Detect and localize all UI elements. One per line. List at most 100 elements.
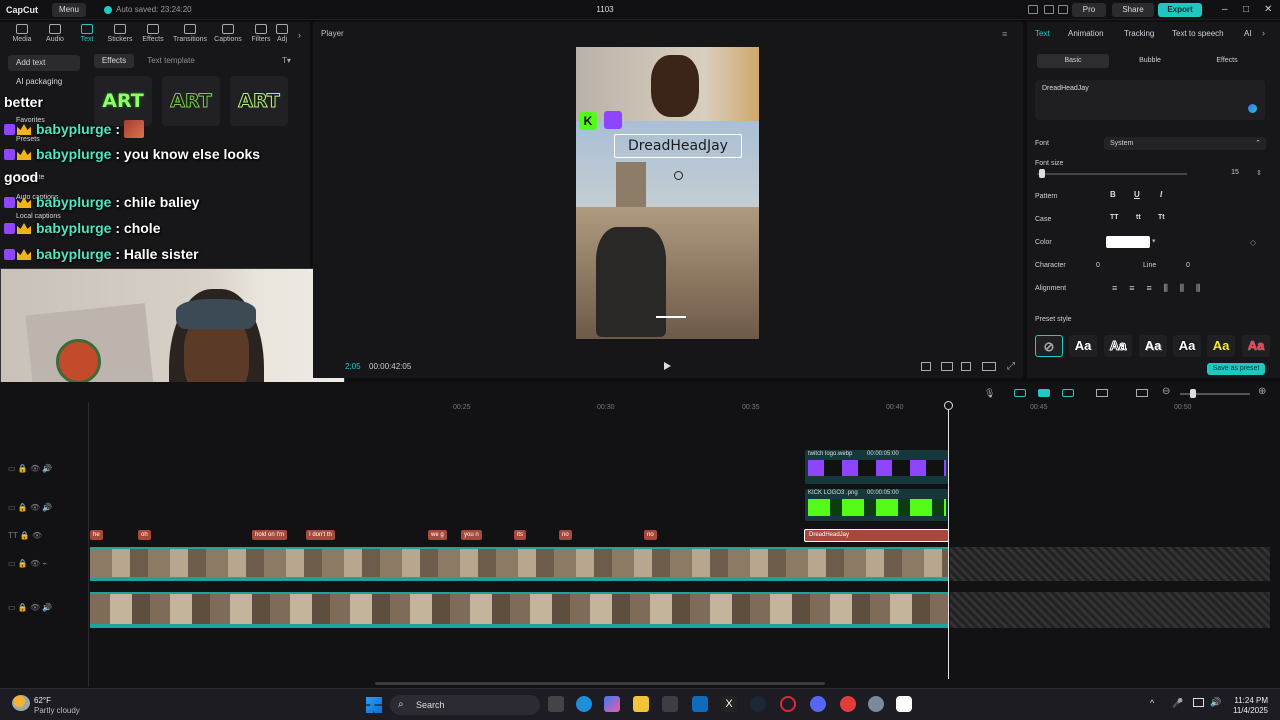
copilot-icon[interactable] — [604, 696, 620, 712]
tab-adjustment[interactable]: Adj — [272, 24, 292, 43]
filter-icon[interactable]: T▾ — [282, 56, 291, 65]
video-track-background[interactable] — [90, 592, 948, 628]
text-template-chip[interactable]: Text template — [140, 54, 202, 68]
selected-text-clip[interactable]: DreadHeadJay — [804, 529, 949, 542]
video-track-main[interactable] — [90, 547, 948, 581]
sidebar-item-ai-packaging[interactable]: AI packaging — [8, 74, 80, 90]
close-icon[interactable]: ✕ — [1264, 4, 1272, 15]
zoom-fit-icon[interactable] — [961, 362, 971, 371]
no-preset-icon[interactable]: ⊘ — [1035, 335, 1063, 357]
export-button[interactable]: Export — [1158, 3, 1202, 17]
line-value[interactable]: 0 — [1186, 262, 1190, 269]
capcut-taskbar-icon[interactable] — [896, 696, 912, 712]
keyframe-icon[interactable]: ◇ — [1250, 238, 1256, 247]
preset-style-tile[interactable]: Aa — [1207, 335, 1235, 357]
link-icon[interactable] — [1038, 389, 1050, 397]
player-menu-icon[interactable]: ≡ — [1002, 29, 1007, 39]
chrome-icon[interactable] — [840, 696, 856, 712]
tab-animation[interactable]: Animation — [1068, 29, 1104, 38]
font-select[interactable]: System ⌃ — [1104, 137, 1266, 150]
caption-icon[interactable] — [1136, 389, 1148, 397]
text-clip[interactable]: hold on I'm — [252, 530, 288, 540]
text-clip[interactable]: I don't th — [306, 530, 335, 540]
preset-style-tile[interactable]: Aa — [1104, 335, 1132, 357]
split-icon[interactable] — [1096, 389, 1108, 397]
store-icon[interactable] — [662, 696, 678, 712]
color-swatch[interactable] — [1106, 236, 1150, 248]
track-controls[interactable]: TT 🔒 👁 — [8, 531, 42, 540]
preset-style-tile[interactable]: Aa — [1173, 335, 1201, 357]
tab-media[interactable]: Media — [6, 24, 38, 43]
tab-tracking[interactable]: Tracking — [1124, 29, 1154, 38]
share-button[interactable]: Share — [1112, 3, 1154, 17]
magnet-icon[interactable] — [1014, 389, 1026, 397]
text-clip[interactable]: he — [90, 530, 103, 540]
character-value[interactable]: 0 — [1096, 262, 1100, 269]
taskbar-search[interactable]: Search — [390, 695, 540, 715]
subtab-effects[interactable]: Effects — [1191, 54, 1263, 68]
text-clip[interactable]: its — [514, 530, 526, 540]
rotate-handle-icon[interactable] — [674, 171, 683, 180]
track-controls[interactable]: ▭ 🔒 👁 🔊 — [8, 464, 52, 473]
edge-icon[interactable] — [576, 696, 592, 712]
crop-icon[interactable] — [921, 362, 931, 371]
tab-text-to-speech[interactable]: Text to speech — [1172, 29, 1224, 38]
underline-button[interactable]: U — [1134, 190, 1140, 199]
outlook-icon[interactable] — [692, 696, 708, 712]
playhead[interactable] — [948, 404, 949, 679]
tab-text-props[interactable]: Text — [1035, 29, 1050, 38]
chevron-right-icon[interactable]: › — [298, 30, 301, 40]
monitor-icon[interactable] — [1193, 698, 1204, 707]
effects-chip[interactable]: Effects — [94, 54, 134, 68]
tab-captions[interactable]: Captions — [212, 24, 244, 43]
text-clip[interactable]: oh — [138, 530, 151, 540]
xbox-icon[interactable]: X — [721, 696, 737, 712]
mic-tray-icon[interactable]: 🎤 — [1172, 698, 1183, 709]
lowercase-button[interactable]: tt — [1136, 214, 1141, 221]
track-controls[interactable]: ▭ 🔒 👁 🔊 — [8, 503, 52, 512]
preset-style-tile[interactable]: Aa — [1069, 335, 1097, 357]
chevron-right-icon[interactable]: › — [1262, 28, 1265, 38]
zoom-in-icon[interactable]: ⊕ — [1258, 386, 1266, 397]
uppercase-button[interactable]: TT — [1110, 214, 1119, 221]
save-as-preset-button[interactable]: Save as preset — [1207, 363, 1265, 375]
video-preview[interactable]: K DreadHeadJay — [576, 47, 759, 339]
font-size-value[interactable]: 15 — [1224, 169, 1246, 176]
font-size-slider[interactable] — [1037, 173, 1187, 175]
subtab-basic[interactable]: Basic — [1037, 54, 1109, 68]
tab-text[interactable]: Text — [71, 24, 103, 43]
playhead-handle[interactable] — [944, 401, 953, 410]
clock-date[interactable]: 11/4/2025 — [1226, 706, 1268, 715]
text-clip[interactable]: no — [559, 530, 572, 540]
minimize-icon[interactable]: – — [1222, 4, 1228, 15]
subtab-bubble[interactable]: Bubble — [1114, 54, 1186, 68]
titlecase-button[interactable]: Tt — [1158, 214, 1165, 221]
sidebar-item-add-text[interactable]: Add text — [8, 55, 80, 71]
text-clip[interactable]: you n — [461, 530, 482, 540]
layout-icon[interactable] — [1028, 5, 1038, 14]
pro-button[interactable]: Pro — [1072, 3, 1106, 17]
maximize-icon[interactable]: □ — [1243, 4, 1249, 15]
timeline-scrollbar[interactable] — [375, 682, 825, 685]
tab-transitions[interactable]: Transitions — [172, 24, 208, 43]
ratio-icon[interactable] — [941, 362, 953, 371]
preset-style-tile[interactable]: Aa — [1242, 335, 1270, 357]
track-controls[interactable]: ▭ 🔒 👁 🔊 — [8, 603, 52, 612]
ai-writer-icon[interactable] — [1248, 104, 1257, 113]
zoom-out-icon[interactable]: ⊖ — [1162, 386, 1170, 397]
discord-icon[interactable] — [810, 696, 826, 712]
zoom-slider-thumb[interactable] — [1190, 389, 1196, 398]
file-explorer-icon[interactable] — [633, 696, 649, 712]
alignment-buttons[interactable]: ≡≡≡⫼⫼⫼ — [1112, 283, 1212, 294]
tab-ai[interactable]: AI — [1244, 29, 1252, 38]
tab-audio[interactable]: Audio — [39, 24, 71, 43]
tab-stickers[interactable]: Stickers — [104, 24, 136, 43]
italic-button[interactable]: I — [1160, 190, 1162, 199]
layout-grid-icon[interactable] — [1044, 5, 1054, 14]
tab-effects[interactable]: Effects — [137, 24, 169, 43]
quality-icon[interactable] — [982, 362, 996, 371]
shortcuts-icon[interactable] — [1058, 5, 1068, 14]
overlay-text[interactable]: DreadHeadJay — [616, 138, 740, 154]
weather-icon[interactable] — [12, 695, 30, 711]
preset-style-tile[interactable]: Aa — [1139, 335, 1167, 357]
